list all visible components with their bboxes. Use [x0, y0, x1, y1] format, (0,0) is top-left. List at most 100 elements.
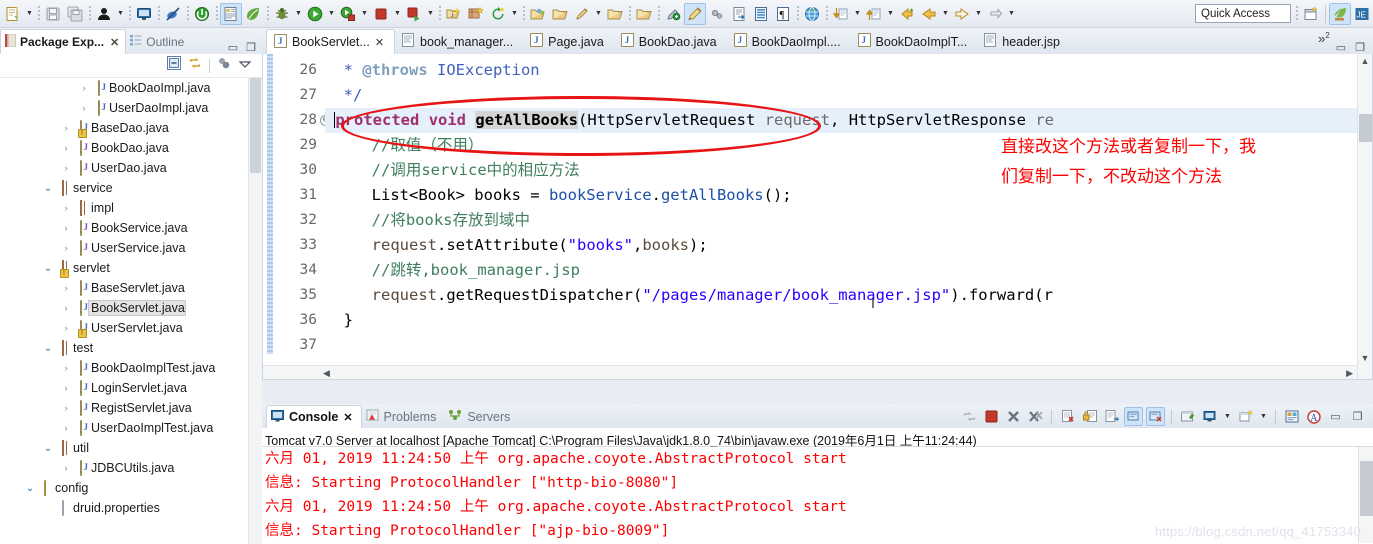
- tree-item-baseservlet-java[interactable]: › BaseServlet.java: [0, 278, 262, 298]
- next-edit-icon[interactable]: [984, 3, 1006, 25]
- code-editor[interactable]: 26 27 28⊖ 29 30 31 32 33 34 35 36 37 * @throws IOEx…: [262, 54, 1373, 380]
- tree-item-basedao-java[interactable]: ›!BaseDao.java: [0, 118, 262, 138]
- chevron-right-icon[interactable]: ›: [60, 243, 72, 253]
- editor-tab-page-java[interactable]: Page.java: [523, 29, 614, 54]
- maximize-icon[interactable]: ❐: [246, 41, 256, 54]
- tree-item-config[interactable]: ⌄ config: [0, 478, 262, 498]
- scrollbar-thumb[interactable]: [250, 78, 261, 173]
- tree-item-servlet[interactable]: ⌄! servlet: [0, 258, 262, 278]
- new-java-file-icon[interactable]: J: [443, 3, 465, 25]
- quick-access-input[interactable]: Quick Access: [1195, 4, 1291, 23]
- chevron-right-icon[interactable]: ›: [60, 403, 72, 413]
- paragraph-icon[interactable]: ¶: [772, 3, 794, 25]
- tree-item-registservlet-java[interactable]: › RegistServlet.java: [0, 398, 262, 418]
- chevron-right-icon[interactable]: ›: [60, 163, 72, 173]
- debug-dropdown-icon[interactable]: ▼: [293, 3, 304, 25]
- scroll-left-icon[interactable]: ◀: [323, 366, 330, 379]
- chevron-down-icon[interactable]: ⌄: [42, 443, 54, 454]
- scroll-right-icon[interactable]: ▶: [1346, 366, 1353, 379]
- run-as-server-icon[interactable]: [337, 3, 359, 25]
- minimize-icon[interactable]: ▭: [1336, 41, 1346, 54]
- terminate-icon[interactable]: [370, 3, 392, 25]
- open-type-icon[interactable]: [527, 3, 549, 25]
- new-wizard-dropdown-icon[interactable]: ▼: [24, 3, 35, 25]
- chevron-right-icon[interactable]: ›: [60, 363, 72, 373]
- tree-item-bookdao-java[interactable]: › BookDao.java: [0, 138, 262, 158]
- open-console-icon[interactable]: [1178, 407, 1197, 426]
- editor-marker-bar[interactable]: [263, 54, 277, 379]
- maximize-icon[interactable]: ❐: [1348, 407, 1367, 426]
- tree-item-userdaoimpltest-java[interactable]: › UserDaoImplTest.java: [0, 418, 262, 438]
- scroll-lock-icon[interactable]: [1080, 407, 1099, 426]
- more-tabs-button[interactable]: » 2: [1318, 29, 1336, 54]
- scrollbar-thumb[interactable]: [1359, 114, 1372, 142]
- terminate-icon[interactable]: [982, 407, 1001, 426]
- new-wizard-icon[interactable]: [2, 3, 24, 25]
- editor-tab-book-manager[interactable]: book_manager...: [395, 29, 523, 54]
- tab-package-explorer[interactable]: Package Exp... ✕: [0, 29, 127, 54]
- save-all-icon[interactable]: [64, 3, 86, 25]
- chevron-down-icon[interactable]: ⌄: [42, 343, 54, 354]
- tree-item-bookdaoimpl-java[interactable]: › BookDaoImpl.java: [0, 78, 262, 98]
- export-icon[interactable]: [728, 3, 750, 25]
- run-as-dropdown-icon[interactable]: ▼: [359, 3, 370, 25]
- editor-tab-header-jsp[interactable]: header.jsp: [977, 29, 1070, 54]
- toggle-mark-icon[interactable]: [706, 3, 728, 25]
- tree-item-jdbcutils-java[interactable]: › JDBCUtils.java: [0, 458, 262, 478]
- chevron-right-icon[interactable]: ›: [60, 283, 72, 293]
- scrollbar-thumb[interactable]: [1360, 461, 1373, 516]
- java-perspective-icon[interactable]: [220, 2, 242, 25]
- close-icon[interactable]: ✕: [110, 36, 119, 49]
- forward-dropdown-icon[interactable]: ▼: [973, 3, 984, 25]
- chevron-right-icon[interactable]: ›: [60, 143, 72, 153]
- run-dropdown-icon[interactable]: ▼: [326, 3, 337, 25]
- chevron-right-icon[interactable]: ›: [60, 423, 72, 433]
- save-icon[interactable]: [42, 3, 64, 25]
- open-folder-icon[interactable]: [604, 3, 626, 25]
- tree-item-druid-properties[interactable]: druid.properties: [0, 498, 262, 518]
- close-icon[interactable]: ✕: [343, 411, 352, 424]
- tree-item-bookservice-java[interactable]: › BookService.java: [0, 218, 262, 238]
- chevron-down-icon[interactable]: ⌄: [42, 263, 54, 274]
- task-marker-icon[interactable]: [662, 3, 684, 25]
- view-menu-icon[interactable]: [238, 57, 252, 75]
- tree-item-userdao-java[interactable]: › UserDao.java: [0, 158, 262, 178]
- refactor-icon[interactable]: [487, 3, 509, 25]
- terminate-dropdown-icon[interactable]: ▼: [392, 3, 403, 25]
- ansi-icon[interactable]: A: [1304, 407, 1323, 426]
- tab-problems[interactable]: Problems: [362, 405, 445, 428]
- tab-console[interactable]: Console ✕: [266, 405, 362, 428]
- publish-dropdown-icon[interactable]: ▼: [425, 3, 436, 25]
- forward-icon[interactable]: [951, 3, 973, 25]
- tree-item-test[interactable]: ⌄ test: [0, 338, 262, 358]
- editor-tab-bookdao-java[interactable]: BookDao.java: [614, 29, 727, 54]
- chevron-right-icon[interactable]: ›: [60, 383, 72, 393]
- console-output[interactable]: 六月 01, 2019 11:24:50 上午 org.apache.coyot…: [262, 447, 1373, 543]
- close-icon[interactable]: ✕: [375, 36, 384, 49]
- chevron-right-icon[interactable]: ›: [78, 103, 90, 113]
- pen-highlight-icon[interactable]: [684, 2, 706, 25]
- tree-vertical-scrollbar[interactable]: [248, 78, 262, 544]
- scroll-down-icon[interactable]: ▼: [1358, 351, 1372, 365]
- web-perspective-icon[interactable]: [1329, 2, 1351, 25]
- chevron-right-icon[interactable]: ›: [60, 463, 72, 473]
- person-icon[interactable]: [93, 3, 115, 25]
- tree-item-userservice-java[interactable]: › UserService.java: [0, 238, 262, 258]
- run-icon[interactable]: [304, 3, 326, 25]
- back-plain-icon[interactable]: [918, 3, 940, 25]
- chevron-right-icon[interactable]: ›: [78, 83, 90, 93]
- chevron-down-icon[interactable]: ⌄: [42, 183, 54, 194]
- console-vertical-scrollbar[interactable]: [1358, 447, 1373, 543]
- next-annotation-icon[interactable]: [830, 3, 852, 25]
- search-pen-icon[interactable]: [571, 3, 593, 25]
- chevron-right-icon[interactable]: ›: [60, 203, 72, 213]
- remove-all-terminated-icon[interactable]: [1026, 407, 1045, 426]
- new-console-dropdown-icon[interactable]: ▼: [1222, 406, 1233, 428]
- tree-item-util[interactable]: ⌄ util: [0, 438, 262, 458]
- remove-launch-icon[interactable]: [1004, 407, 1023, 426]
- tree-item-userservlet-java[interactable]: ›!UserServlet.java: [0, 318, 262, 338]
- focus-icon[interactable]: [217, 56, 231, 75]
- display-selected-console-icon[interactable]: [1146, 407, 1165, 426]
- tree-item-userdaoimpl-java[interactable]: › UserDaoImpl.java: [0, 98, 262, 118]
- chevron-down-icon[interactable]: ⌄: [24, 483, 36, 494]
